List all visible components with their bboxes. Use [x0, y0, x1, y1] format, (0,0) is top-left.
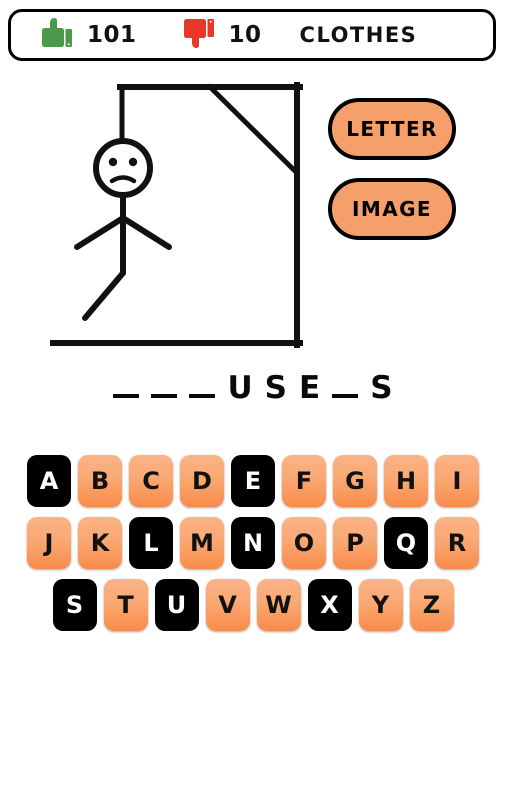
key-m[interactable]: M	[180, 517, 224, 569]
key-f[interactable]: F	[282, 455, 326, 507]
hangman-head	[93, 138, 153, 198]
thumbs-down-stat: 10	[181, 17, 262, 53]
hint-buttons-group: LETTER IMAGE	[328, 98, 456, 240]
key-c[interactable]: C	[129, 455, 173, 507]
word-slot-blank	[113, 368, 140, 398]
thumbs-down-icon	[181, 17, 215, 53]
key-d[interactable]: D	[180, 455, 224, 507]
keyboard-row-2: JKLMNOPQR	[0, 517, 506, 569]
key-e: E	[231, 455, 275, 507]
key-t[interactable]: T	[103, 579, 148, 631]
hangman-right-eye	[128, 157, 138, 167]
key-u: U	[154, 579, 199, 631]
word-slot-letter: E	[299, 370, 321, 406]
key-j[interactable]: J	[27, 517, 71, 569]
word-slot-letter: S	[370, 370, 393, 406]
key-w[interactable]: W	[256, 579, 301, 631]
keyboard-row-1: ABCDEFGHI	[0, 455, 506, 507]
key-s: S	[52, 579, 97, 631]
key-p[interactable]: P	[333, 517, 377, 569]
hangman-game-screen: 101 10 CLOTHES LETTER IMAGE U S E S A B …	[0, 0, 506, 799]
hangman-left-arm	[74, 215, 126, 250]
key-g[interactable]: G	[333, 455, 377, 507]
thumbs-up-icon	[39, 17, 73, 53]
key-v[interactable]: V	[205, 579, 250, 631]
key-k[interactable]: K	[78, 517, 122, 569]
status-bar: 101 10 CLOTHES	[8, 9, 496, 61]
key-o[interactable]: O	[282, 517, 326, 569]
key-n: N	[231, 517, 275, 569]
hangman-left-eye	[108, 157, 118, 167]
word-slot-blank	[151, 368, 178, 398]
thumbs-up-stat: 101	[39, 17, 137, 53]
key-l: L	[129, 517, 173, 569]
hangman-left-leg	[82, 270, 126, 321]
word-slot-blank	[332, 368, 359, 398]
key-y[interactable]: Y	[358, 579, 403, 631]
key-x: X	[307, 579, 352, 631]
word-display: USES	[0, 368, 506, 404]
key-h[interactable]: H	[384, 455, 428, 507]
word-slot-letter: S	[264, 370, 287, 406]
letter-hint-button[interactable]: LETTER	[328, 98, 456, 160]
key-a: A	[27, 455, 71, 507]
key-b[interactable]: B	[78, 455, 122, 507]
category-label: CLOTHES	[299, 23, 418, 47]
thumbs-up-count: 101	[87, 22, 137, 48]
word-slot-letter: U	[227, 370, 253, 406]
key-q: Q	[384, 517, 428, 569]
key-r[interactable]: R	[435, 517, 479, 569]
hangman-right-arm	[120, 215, 172, 250]
image-hint-button[interactable]: IMAGE	[328, 178, 456, 240]
key-i[interactable]: I	[435, 455, 479, 507]
keyboard-row-3: STUVWXYZ	[0, 579, 506, 631]
word-slot-blank	[189, 368, 216, 398]
key-z[interactable]: Z	[409, 579, 454, 631]
thumbs-down-count: 10	[228, 22, 262, 48]
letter-keyboard: ABCDEFGHI JKLMNOPQR STUVWXYZ	[0, 455, 506, 641]
gallows-brace	[206, 83, 300, 176]
gallows-drawing	[0, 62, 320, 357]
